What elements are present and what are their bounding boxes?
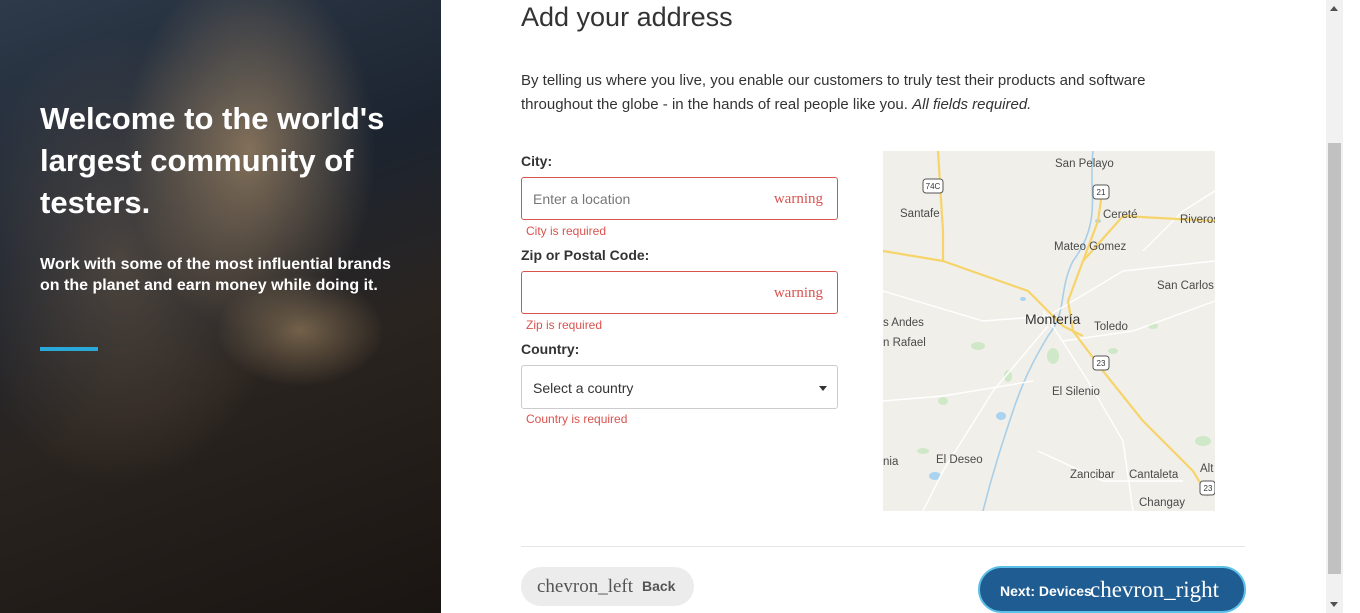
map-label: Toledo bbox=[1094, 321, 1128, 333]
map-label: Riveros bbox=[1180, 214, 1215, 226]
map-label: Mateo Gomez bbox=[1054, 241, 1127, 253]
page-title: Add your address bbox=[521, 2, 733, 32]
zip-label: Zip or Postal Code: bbox=[521, 247, 650, 263]
shield-23: 23 bbox=[1204, 484, 1213, 493]
route-shields bbox=[922, 178, 1215, 496]
window-gutter bbox=[1343, 0, 1360, 613]
map-label: Santafe bbox=[900, 208, 940, 220]
hero-accent-rule bbox=[40, 347, 98, 351]
warning-icon: warning bbox=[773, 191, 823, 207]
divider bbox=[521, 546, 1245, 547]
city-input[interactable]: Enter a location warning bbox=[521, 177, 838, 220]
chevron-left-icon: chevron_left bbox=[537, 576, 634, 597]
map-label: San Pelayo bbox=[1055, 158, 1114, 170]
hero-panel: Welcome to the world's largest community… bbox=[0, 0, 441, 613]
intro-body: By telling us where you live, you enable… bbox=[521, 72, 1146, 113]
back-label: Back bbox=[642, 578, 676, 594]
map-label: s Andes bbox=[883, 317, 924, 329]
address-form-panel: Add your address By telling us where you… bbox=[441, 0, 1326, 613]
map-label: nia bbox=[883, 456, 899, 468]
map-label: Alt bbox=[1200, 463, 1214, 475]
city-placeholder: Enter a location bbox=[533, 191, 631, 207]
country-error: Country is required bbox=[526, 412, 628, 426]
country-selected: Select a country bbox=[533, 380, 634, 396]
shield-23: 23 bbox=[1097, 359, 1106, 368]
city-label: City: bbox=[521, 153, 553, 169]
city-error: City is required bbox=[526, 224, 607, 238]
map-label-city: Montería bbox=[1025, 311, 1081, 327]
zip-input[interactable]: warning bbox=[521, 271, 838, 314]
intro-text: By telling us where you live, you enable… bbox=[521, 69, 1201, 117]
zip-error: Zip is required bbox=[526, 318, 603, 332]
map-label: San Carlos bbox=[1157, 280, 1214, 292]
back-button[interactable]: chevron_left Back bbox=[521, 567, 694, 606]
caret-down-icon bbox=[819, 386, 827, 391]
map-label: Zancibar bbox=[1070, 469, 1115, 481]
intro-emphasis: All fields required. bbox=[912, 96, 1032, 113]
map-label: Cereté bbox=[1103, 209, 1138, 221]
next-devices-button[interactable]: Next: Devices chevron_right bbox=[978, 566, 1246, 613]
scroll-thumb[interactable] bbox=[1328, 143, 1341, 574]
hero-subtitle: Work with some of the most influential b… bbox=[40, 256, 391, 294]
scroll-down-icon[interactable] bbox=[1330, 602, 1338, 607]
map-label: n Rafael bbox=[883, 337, 926, 349]
next-label: Next: Devices bbox=[1000, 583, 1092, 599]
shield-21: 21 bbox=[1097, 188, 1106, 197]
country-select[interactable]: Select a country bbox=[521, 365, 838, 409]
country-label: Country: bbox=[521, 341, 580, 357]
vertical-scrollbar[interactable] bbox=[1326, 0, 1343, 613]
shield-74c: 74C bbox=[926, 182, 941, 191]
map-label: Changay bbox=[1139, 497, 1186, 509]
map-label: El Deseo bbox=[936, 454, 983, 466]
chevron-right-icon: chevron_right bbox=[1090, 577, 1220, 602]
scroll-up-icon[interactable] bbox=[1330, 6, 1338, 11]
location-map[interactable]: 74C 21 23 23 San Pelayo Santafe Cereté R… bbox=[883, 151, 1215, 511]
map-roads: 74C 21 23 23 bbox=[883, 151, 1215, 511]
hero-title: Welcome to the world's largest community… bbox=[40, 101, 385, 220]
map-label: El Silenio bbox=[1052, 386, 1100, 398]
warning-icon: warning bbox=[773, 285, 823, 301]
map-label: Cantaleta bbox=[1129, 469, 1179, 481]
